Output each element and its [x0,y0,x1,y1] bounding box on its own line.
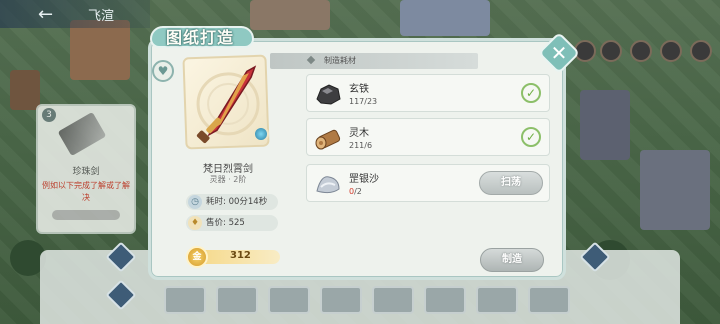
sell-price-box: ♦ 售价: 525 [186,215,278,231]
bottom-slot[interactable] [164,286,206,314]
item-grade: 灵器 · 2阶 [209,175,247,184]
craft-cost: 金 312 [186,246,280,268]
blueprint-card[interactable]: 3 珍珠剑 例如以下完成了解或了解决 [36,104,136,234]
material-count-need: /2 [354,187,362,196]
dialog-title-ribbon: 图纸打造 [150,18,260,48]
resource-icon[interactable] [630,40,652,62]
resource-icon[interactable] [600,40,622,62]
gem-badge-icon [253,126,269,142]
material-row-black-iron[interactable]: 玄铁 117/23 ✓ [306,74,550,112]
material-count: 211/6 [349,141,373,150]
card-progress-bar [52,210,120,220]
material-row-spirit-wood[interactable]: 灵木 211/6 ✓ [306,118,550,156]
item-name: 梵日烈霄剑 [203,164,253,175]
check-icon: ✓ [521,83,541,103]
bottom-slot[interactable] [320,286,362,314]
house-building [640,150,710,230]
cost-value: 312 [230,250,251,261]
house-building [400,0,490,36]
sword-icon [57,111,107,157]
diamond-bullet-icon [306,55,316,65]
check-icon: ✓ [521,127,541,147]
material-count: 0/2 [349,187,362,196]
resource-icon[interactable] [660,40,682,62]
resource-icon[interactable] [690,40,712,62]
card-warning-text: 例如以下完成了解或了解决 [42,181,130,202]
house-building [580,90,630,160]
craft-time-text: 耗时: 00分14秒 [206,197,268,207]
top-bar: ← 飞渲 [0,0,150,28]
back-arrow-icon[interactable]: ← [38,4,53,25]
material-row-silver-sand[interactable]: 罡银沙 0/2 扫荡 [306,164,550,202]
material-name: 罡银沙 [349,174,379,185]
spirit-wood-log-icon [315,129,341,150]
bottom-slot[interactable] [424,286,466,314]
bottom-slot[interactable] [216,286,258,314]
material-name: 玄铁 [349,84,369,95]
silver-sand-icon [316,176,340,194]
clock-icon: ◷ [188,195,202,209]
materials-header: 制造耗材 [270,53,478,69]
gold-coin-icon: 金 [186,246,208,268]
sweep-button[interactable]: 扫荡 [479,171,543,195]
bottom-slot[interactable] [372,286,414,314]
make-button[interactable]: 制造 [480,248,544,272]
sell-price-text: 售价: 525 [206,218,245,228]
black-iron-ore-icon [316,84,341,105]
house-building [10,70,40,110]
material-name: 灵木 [349,128,369,139]
card-item-name: 珍珠剑 [72,167,100,177]
bottom-slot[interactable] [268,286,310,314]
house-building [250,0,330,30]
craft-time-box: ◷ 耗时: 00分14秒 [186,194,278,210]
materials-header-label: 制造耗材 [324,56,356,65]
house-building [70,20,130,80]
card-index: 3 [42,108,56,122]
bottom-slot[interactable] [528,286,570,314]
dialog-title: 图纸打造 [166,28,235,47]
scene-title: 飞渲 [88,9,115,24]
favorite-heart-icon[interactable]: ♥ [152,60,174,82]
material-count: 117/23 [349,97,378,106]
money-bag-icon: ♦ [188,216,202,230]
bottom-slot[interactable] [476,286,518,314]
close-icon: ✕ [550,41,568,65]
